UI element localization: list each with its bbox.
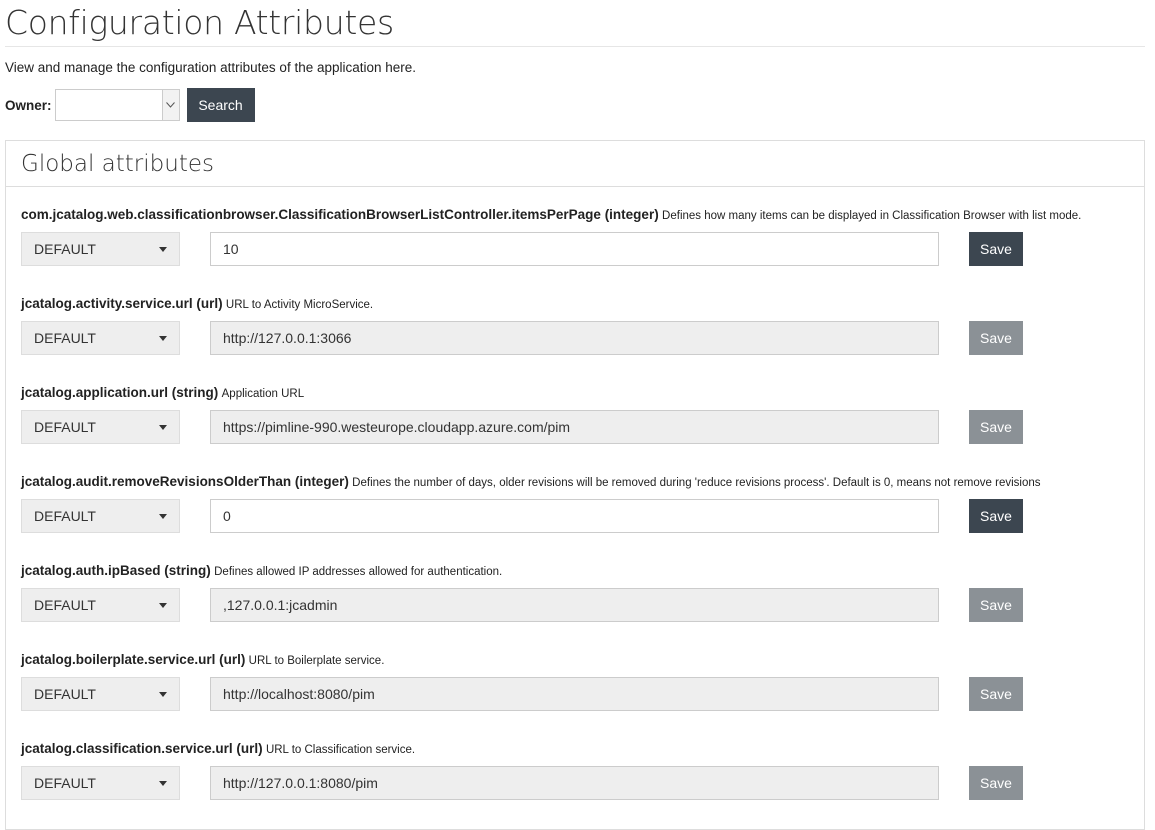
attribute-name: jcatalog.auth.ipBased (string)	[21, 563, 211, 578]
attribute-description: Defines the number of days, older revisi…	[352, 477, 1041, 489]
attribute-name: jcatalog.application.url (string)	[21, 385, 219, 400]
caret-down-icon	[159, 781, 167, 786]
attribute-row: jcatalog.auth.ipBased (string) Defines a…	[21, 563, 1131, 622]
scope-select-value: DEFAULT	[34, 597, 96, 613]
attribute-controls: DEFAULT Save	[21, 677, 1131, 711]
attribute-value-input[interactable]	[210, 766, 939, 800]
chevron-down-icon	[166, 102, 175, 108]
scope-select[interactable]: DEFAULT	[21, 232, 180, 266]
attribute-label: jcatalog.audit.removeRevisionsOlderThan …	[21, 474, 1131, 491]
attribute-value-input[interactable]	[210, 499, 939, 533]
attribute-value-input[interactable]	[210, 321, 939, 355]
save-button[interactable]: Save	[969, 321, 1023, 355]
scope-select-value: DEFAULT	[34, 330, 96, 346]
global-attributes-panel: Global attributes com.jcatalog.web.class…	[5, 140, 1145, 830]
scope-select-value: DEFAULT	[34, 508, 96, 524]
owner-select[interactable]	[54, 89, 180, 121]
attribute-label: com.jcatalog.web.classificationbrowser.C…	[21, 207, 1131, 224]
caret-down-icon	[159, 336, 167, 341]
attribute-label: jcatalog.boilerplate.service.url (url) U…	[21, 652, 1131, 669]
attribute-value-input[interactable]	[210, 588, 939, 622]
owner-filter-row: Owner: Search	[5, 88, 1145, 122]
attribute-label: jcatalog.classification.service.url (url…	[21, 741, 1131, 758]
attribute-row: com.jcatalog.web.classificationbrowser.C…	[21, 207, 1131, 266]
attribute-controls: DEFAULT Save	[21, 766, 1131, 800]
attribute-row: jcatalog.classification.service.url (url…	[21, 741, 1131, 800]
caret-down-icon	[159, 692, 167, 697]
save-button[interactable]: Save	[969, 232, 1023, 266]
attribute-value-input[interactable]	[210, 410, 939, 444]
save-button[interactable]: Save	[969, 410, 1023, 444]
caret-down-icon	[159, 603, 167, 608]
save-button[interactable]: Save	[969, 499, 1023, 533]
attribute-description: Defines how many items can be displayed …	[662, 210, 1082, 222]
attribute-row: jcatalog.application.url (string) Applic…	[21, 385, 1131, 444]
scope-select[interactable]: DEFAULT	[21, 588, 180, 622]
scope-select-value: DEFAULT	[34, 419, 96, 435]
attribute-name: jcatalog.classification.service.url (url…	[21, 741, 263, 756]
scope-select[interactable]: DEFAULT	[21, 677, 180, 711]
attribute-row: jcatalog.boilerplate.service.url (url) U…	[21, 652, 1131, 711]
attribute-controls: DEFAULT Save	[21, 410, 1131, 444]
attribute-controls: DEFAULT Save	[21, 232, 1131, 266]
attribute-label: jcatalog.application.url (string) Applic…	[21, 385, 1131, 402]
attribute-label: jcatalog.activity.service.url (url) URL …	[21, 296, 1131, 313]
caret-down-icon	[159, 514, 167, 519]
page-title: Configuration Attributes	[5, 3, 394, 42]
save-button[interactable]: Save	[969, 677, 1023, 711]
attribute-description: URL to Activity MicroService.	[225, 299, 374, 311]
title-divider	[5, 46, 1145, 47]
attribute-row: jcatalog.activity.service.url (url) URL …	[21, 296, 1131, 355]
attribute-value-input[interactable]	[210, 232, 939, 266]
scope-select[interactable]: DEFAULT	[21, 766, 180, 800]
attribute-name: jcatalog.activity.service.url (url)	[21, 296, 223, 311]
attribute-controls: DEFAULT Save	[21, 588, 1131, 622]
attribute-name: com.jcatalog.web.classificationbrowser.C…	[21, 207, 659, 222]
attribute-controls: DEFAULT Save	[21, 321, 1131, 355]
scope-select-value: DEFAULT	[34, 241, 96, 257]
owner-select-toggle[interactable]	[161, 90, 179, 120]
attribute-description: URL to Boilerplate service.	[248, 655, 385, 667]
search-button[interactable]: Search	[186, 88, 255, 122]
scope-select[interactable]: DEFAULT	[21, 410, 180, 444]
attribute-description: URL to Classification service.	[265, 744, 416, 756]
save-button[interactable]: Save	[969, 766, 1023, 800]
attribute-row: jcatalog.audit.removeRevisionsOlderThan …	[21, 474, 1131, 533]
attribute-controls: DEFAULT Save	[21, 499, 1131, 533]
attribute-name: jcatalog.boilerplate.service.url (url)	[21, 652, 246, 667]
attribute-name: jcatalog.audit.removeRevisionsOlderThan …	[21, 474, 349, 489]
caret-down-icon	[159, 425, 167, 430]
save-button[interactable]: Save	[969, 588, 1023, 622]
page-subtitle: View and manage the configuration attrib…	[5, 60, 417, 75]
page-container: Configuration Attributes View and manage…	[5, 0, 1145, 122]
scope-select-value: DEFAULT	[34, 775, 96, 791]
attribute-description: Defines allowed IP addresses allowed for…	[214, 566, 503, 578]
attribute-label: jcatalog.auth.ipBased (string) Defines a…	[21, 563, 1131, 580]
panel-title: Global attributes	[6, 141, 1144, 187]
attribute-description: Application URL	[221, 388, 305, 400]
scope-select[interactable]: DEFAULT	[21, 321, 180, 355]
scope-select[interactable]: DEFAULT	[21, 499, 180, 533]
scope-select-value: DEFAULT	[34, 686, 96, 702]
attribute-value-input[interactable]	[210, 677, 939, 711]
caret-down-icon	[159, 247, 167, 252]
owner-label: Owner:	[5, 97, 52, 113]
